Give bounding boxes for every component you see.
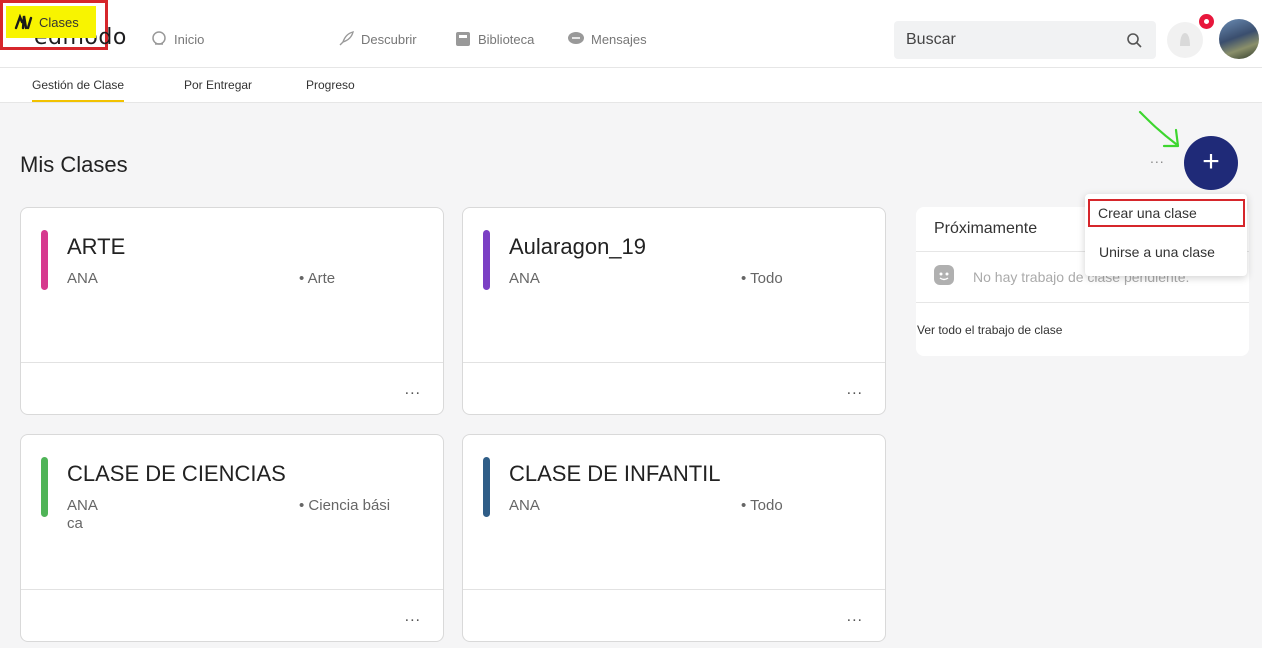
search-box [894, 21, 1156, 59]
nav-descubrir-label: Descubrir [361, 31, 417, 47]
top-navbar: edmodo Inicio Clases Descubrir Bibliotec… [0, 0, 1262, 68]
class-card-infantil[interactable]: CLASE DE INFANTIL ANA • Todo ... [462, 434, 886, 642]
class-card-arte[interactable]: ARTE ANA • Arte ... [20, 207, 444, 415]
class-color-bar [483, 230, 490, 290]
library-icon [454, 31, 472, 47]
tab-gestion-de-clase[interactable]: Gestión de Clase [32, 78, 125, 102]
rocket-icon [337, 31, 355, 47]
search-input[interactable] [894, 21, 1104, 59]
notification-badge [1197, 12, 1216, 31]
class-card-aularagon[interactable]: Aularagon_19 ANA • Todo ... [462, 207, 886, 415]
class-title[interactable]: Aularagon_19 [509, 234, 646, 260]
sub-navbar: Gestión de Clase Por Entregar Progreso [0, 68, 1262, 103]
class-color-bar [483, 457, 490, 517]
panel-divider [916, 302, 1249, 303]
class-color-bar [41, 457, 48, 517]
nav-inicio[interactable]: Inicio [150, 29, 204, 49]
panel-title: Próximamente [934, 220, 1038, 237]
class-subject: • Ciencia bási [299, 497, 391, 514]
class-title[interactable]: ARTE [67, 234, 125, 260]
class-subject: • Arte [299, 270, 336, 287]
card-menu-button[interactable]: ... [405, 381, 421, 399]
card-menu-button[interactable]: ... [847, 608, 863, 626]
avatar[interactable] [1219, 19, 1259, 59]
create-class-option[interactable]: Crear una clase [1088, 199, 1245, 227]
class-owner: ANA [509, 497, 540, 514]
classes-icon [14, 13, 34, 30]
class-owner: ANA [509, 270, 540, 287]
class-subject: • Todo [741, 497, 783, 514]
see-all-link[interactable]: Ver todo el trabajo de clase [917, 323, 1062, 337]
class-color-bar [41, 230, 48, 290]
join-class-option[interactable]: Unirse a una clase [1099, 244, 1215, 260]
nav-biblioteca[interactable]: Biblioteca [454, 29, 534, 49]
smiley-icon [934, 265, 954, 285]
add-class-button[interactable]: + [1184, 136, 1238, 190]
card-divider [463, 589, 885, 590]
nav-mensajes[interactable]: Mensajes [567, 29, 647, 49]
nav-inicio-label: Inicio [174, 31, 205, 47]
home-icon [150, 31, 168, 47]
search-icon[interactable] [1126, 32, 1142, 48]
card-divider [463, 362, 885, 363]
class-owner: ANA [67, 270, 98, 287]
nav-descubrir[interactable]: Descubrir [337, 29, 417, 49]
class-title[interactable]: CLASE DE CIENCIAS [67, 461, 286, 487]
nav-mensajes-label: Mensajes [591, 31, 647, 47]
page-title: Mis Clases [20, 152, 128, 177]
card-menu-button[interactable]: ... [847, 381, 863, 399]
nav-clases-label: Clases [39, 14, 79, 30]
more-options-button[interactable]: ... [1150, 150, 1165, 166]
class-subject: • Todo [741, 270, 783, 287]
class-card-ciencias[interactable]: CLASE DE CIENCIAS ANA • Ciencia bási ca … [20, 434, 444, 642]
add-class-dropdown: Crear una clase Unirse a una clase [1085, 194, 1247, 276]
nav-biblioteca-label: Biblioteca [478, 31, 535, 47]
bell-icon [1180, 33, 1190, 46]
class-owner: ANA [67, 497, 98, 514]
tab-progreso[interactable]: Progreso [306, 78, 355, 92]
card-divider [21, 589, 443, 590]
notifications-button[interactable] [1167, 22, 1203, 58]
message-icon [567, 31, 585, 47]
class-subject-continued: ca [67, 515, 83, 532]
card-divider [21, 362, 443, 363]
tab-por-entregar[interactable]: Por Entregar [184, 78, 252, 92]
class-title[interactable]: CLASE DE INFANTIL [509, 461, 721, 487]
card-menu-button[interactable]: ... [405, 608, 421, 626]
